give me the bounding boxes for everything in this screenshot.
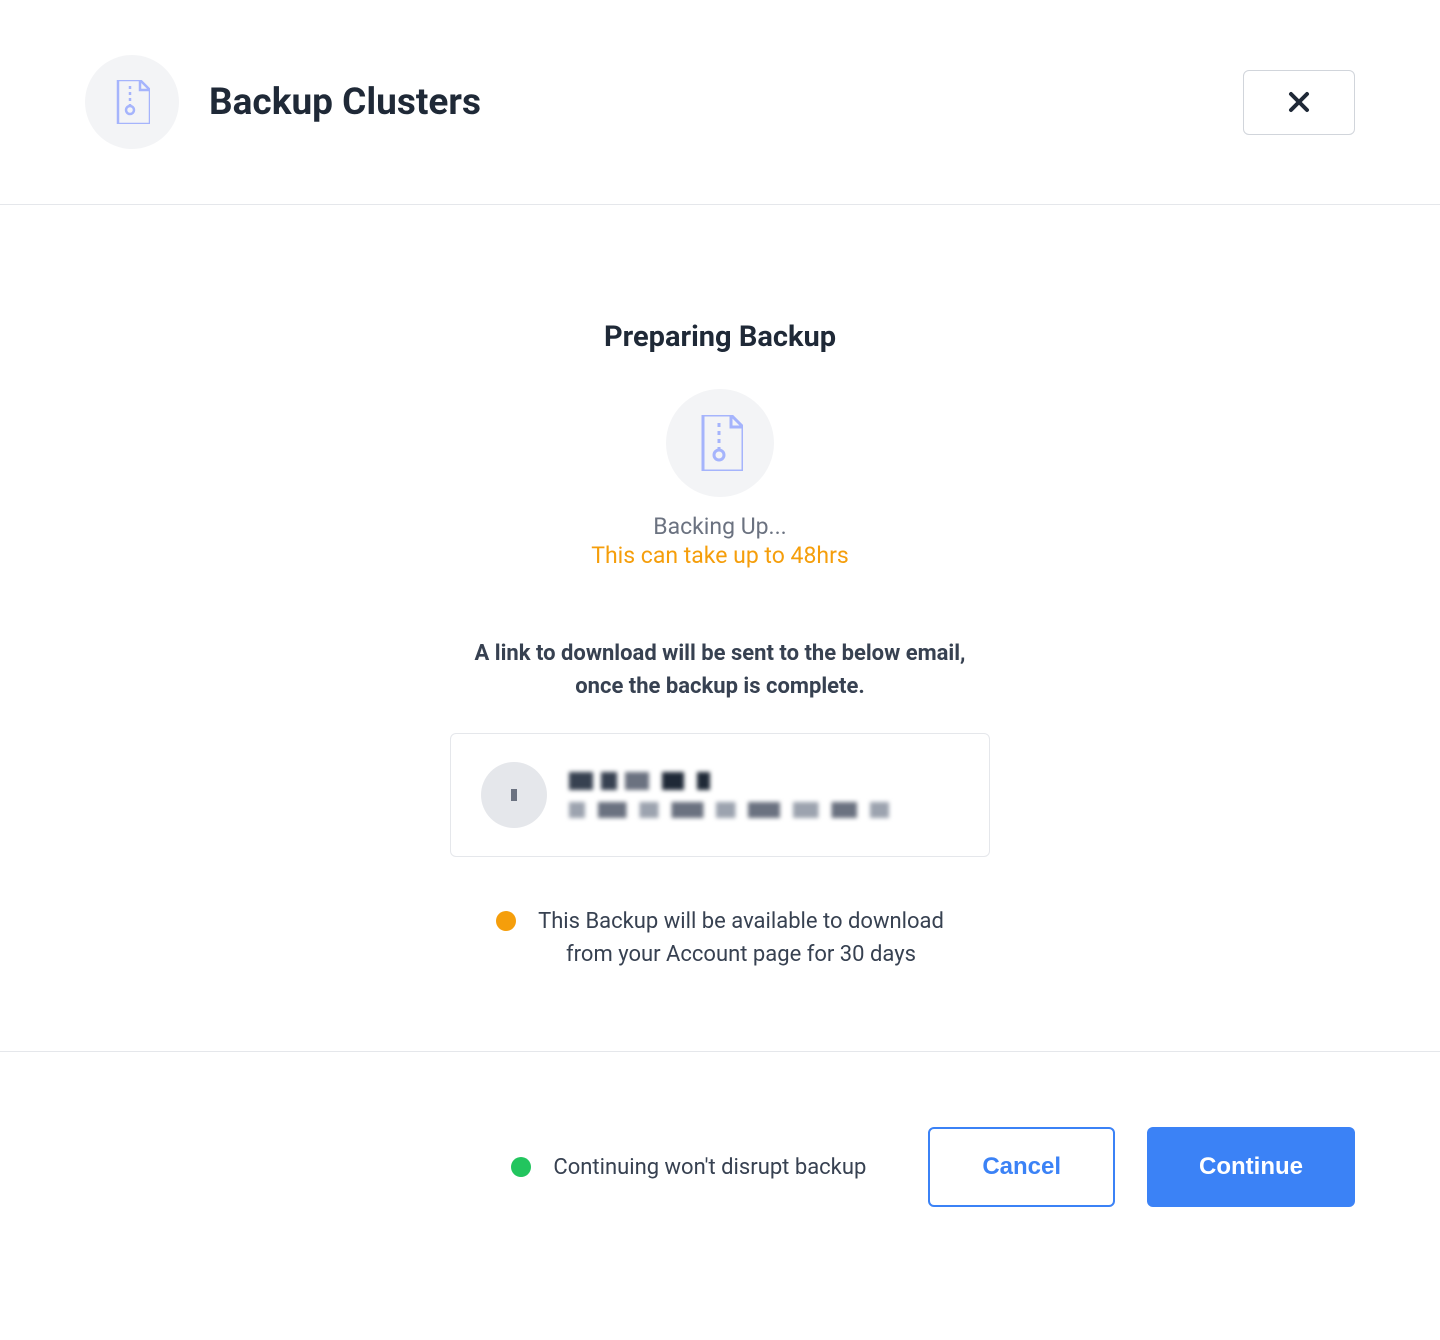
close-icon [1288,91,1310,113]
availability-info: This Backup will be available to downloa… [538,905,944,971]
backup-icon-container [666,389,774,497]
header-left: Backup Clusters [85,55,481,149]
zip-file-icon [697,415,743,471]
dialog-title: Backup Clusters [209,81,481,124]
continue-button[interactable]: Continue [1147,1127,1355,1207]
backup-duration-note: This can take up to 48hrs [591,542,849,569]
description-line-2: once the backup is complete. [575,674,865,699]
recipient-email-redacted [569,802,889,818]
email-info [569,772,959,818]
backup-status: Backing Up... [653,513,786,540]
footer-status: Continuing won't disrupt backup [511,1155,866,1180]
cancel-button[interactable]: Cancel [928,1127,1115,1207]
footer-status-text: Continuing won't disrupt backup [553,1155,866,1180]
dialog-header: Backup Clusters [0,0,1440,205]
dialog-content: Preparing Backup Backing Up... This can … [0,205,1440,1052]
close-button[interactable] [1243,70,1355,135]
avatar [481,762,547,828]
success-dot-icon [511,1157,531,1177]
info-line-2: from your Account page for 30 days [566,942,916,967]
avatar-placeholder [511,789,517,801]
recipient-name-redacted [569,772,729,790]
info-line-1: This Backup will be available to downloa… [538,909,944,934]
dialog-footer: Continuing won't disrupt backup Cancel C… [0,1052,1440,1282]
availability-info-row: This Backup will be available to downloa… [496,905,944,971]
section-title: Preparing Backup [604,320,836,354]
header-icon-container [85,55,179,149]
email-description: A link to download will be sent to the b… [475,637,966,703]
warning-dot-icon [496,911,516,931]
zip-file-icon [114,80,150,124]
description-line-1: A link to download will be sent to the b… [475,641,966,666]
email-recipient-card [450,733,990,857]
